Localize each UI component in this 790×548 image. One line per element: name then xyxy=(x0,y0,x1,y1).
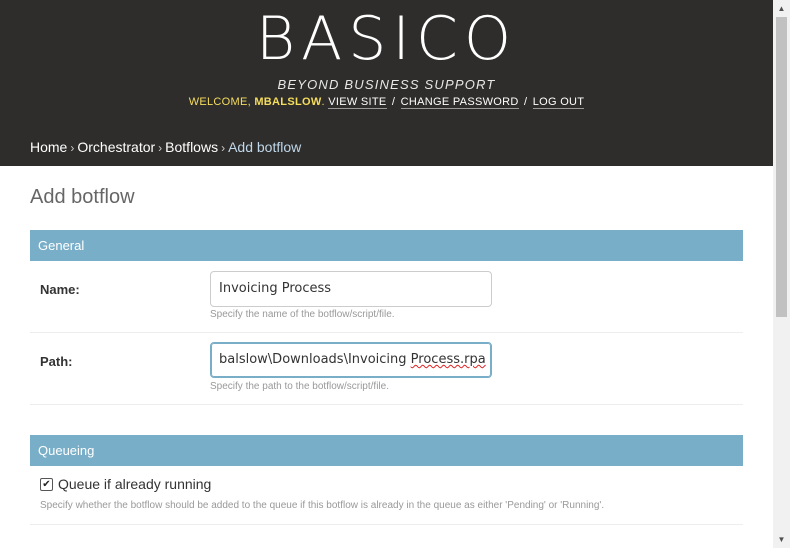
queue-form-row: ✔ Queue if already running Specify wheth… xyxy=(30,466,743,525)
log-out-link[interactable]: LOG OUT xyxy=(532,96,585,109)
user-tools: WELCOME, MBALSLOW. VIEW SITE / CHANGE PA… xyxy=(188,96,585,109)
change-password-link[interactable]: CHANGE PASSWORD xyxy=(400,96,519,109)
path-input-value: balslow\Downloads\Invoicing xyxy=(219,352,411,367)
path-input-misspelled: Process.rpa xyxy=(410,352,486,367)
scrollbar-thumb[interactable] xyxy=(776,17,787,317)
scroll-up-arrow-icon[interactable]: ▲ xyxy=(773,0,790,17)
basico-logo[interactable]: BASICO xyxy=(0,6,773,72)
separator: / xyxy=(391,96,396,108)
name-form-row: Name: Invoicing Process Specify the name… xyxy=(30,261,743,333)
view-site-link[interactable]: VIEW SITE xyxy=(328,96,387,109)
path-input[interactable]: balslow\Downloads\Invoicing Process.rpa xyxy=(210,342,492,378)
path-help-text: Specify the path to the botflow/script/f… xyxy=(210,381,389,392)
name-help-text: Specify the name of the botflow/script/f… xyxy=(210,309,395,320)
name-label: Name: xyxy=(40,282,80,297)
queueing-section-header: Queueing xyxy=(30,435,743,466)
path-label: Path: xyxy=(40,354,73,369)
username: MBALSLOW xyxy=(254,96,322,108)
breadcrumb-orchestrator[interactable]: Orchestrator xyxy=(77,139,155,155)
scroll-down-arrow-icon[interactable]: ▼ xyxy=(773,531,790,548)
name-input[interactable]: Invoicing Process xyxy=(210,271,492,307)
breadcrumb-separator-icon: › xyxy=(158,141,163,155)
queue-if-running-label[interactable]: Queue if already running xyxy=(58,476,211,492)
breadcrumb-home[interactable]: Home xyxy=(30,139,67,155)
breadcrumb-separator-icon: › xyxy=(70,141,75,155)
queue-if-running-checkbox[interactable]: ✔ xyxy=(40,478,53,491)
tagline: BEYOND BUSINESS SUPPORT xyxy=(277,77,496,92)
path-form-row: Path: balslow\Downloads\Invoicing Proces… xyxy=(30,333,743,405)
breadcrumb-botflows[interactable]: Botflows xyxy=(165,139,218,155)
welcome-text: WELCOME, xyxy=(188,96,251,108)
page-title: Add botflow xyxy=(30,186,135,208)
breadcrumb: Home › Orchestrator › Botflows › Add botflow xyxy=(30,139,301,155)
general-section-header: General xyxy=(30,230,743,261)
vertical-scrollbar[interactable]: ▲ ▼ xyxy=(773,0,790,548)
breadcrumb-separator-icon: › xyxy=(221,141,226,155)
breadcrumb-current: Add botflow xyxy=(228,139,302,155)
queue-help-text: Specify whether the botflow should be ad… xyxy=(40,500,605,511)
separator: / xyxy=(523,96,528,108)
site-header: BASICO BEYOND BUSINESS SUPPORT WELCOME, … xyxy=(0,0,773,166)
